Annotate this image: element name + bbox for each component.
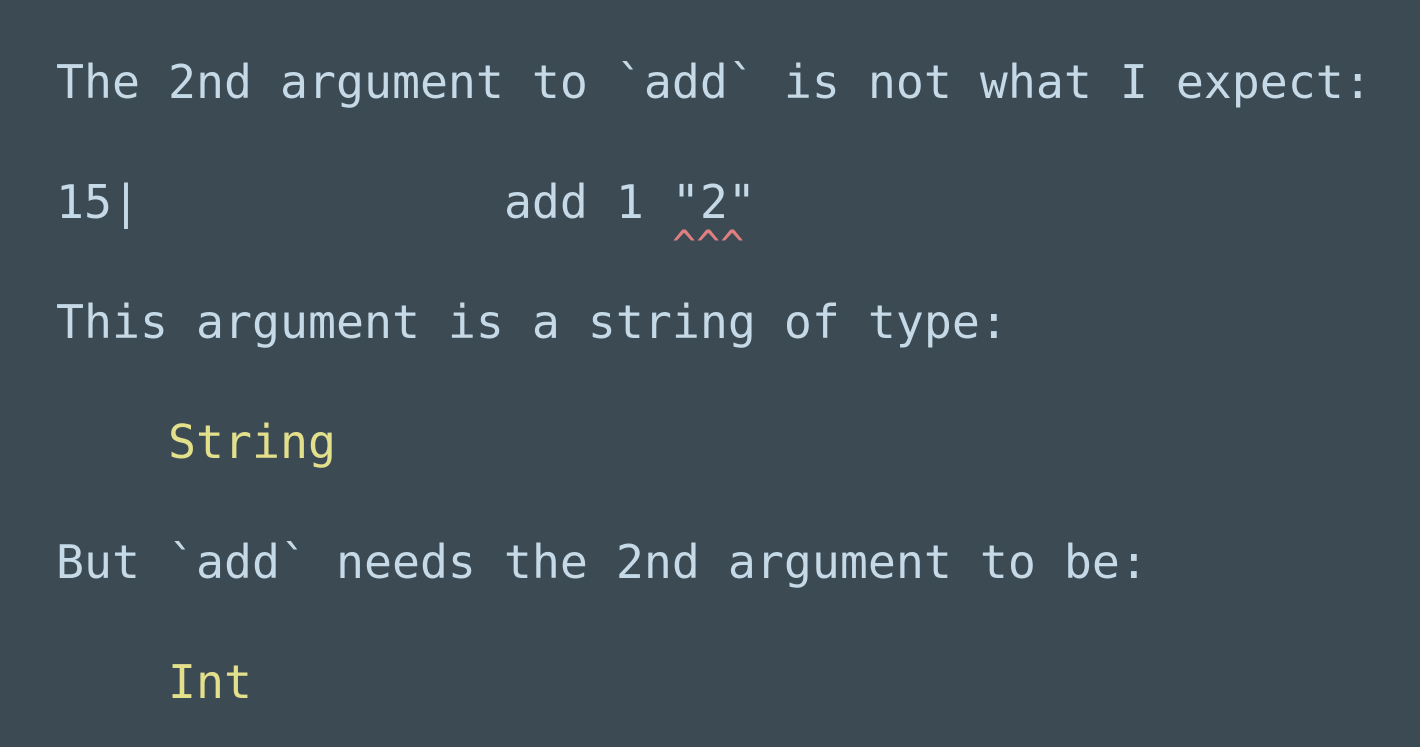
expected-type-description: But `add` needs the 2nd argument to be:: [56, 535, 1148, 589]
code-snippet: 15| add 1 "2": [56, 172, 756, 232]
error-message-heading: The 2nd argument to `add` is not what I …: [56, 55, 1372, 109]
error-caret-underline: ^^^: [672, 223, 745, 269]
actual-type-description: This argument is a string of type:: [56, 295, 1008, 349]
expected-type: Int: [168, 655, 252, 709]
line-number: 15|: [56, 175, 140, 229]
code-text: add 1 "2": [140, 175, 756, 229]
actual-type: String: [168, 415, 336, 469]
